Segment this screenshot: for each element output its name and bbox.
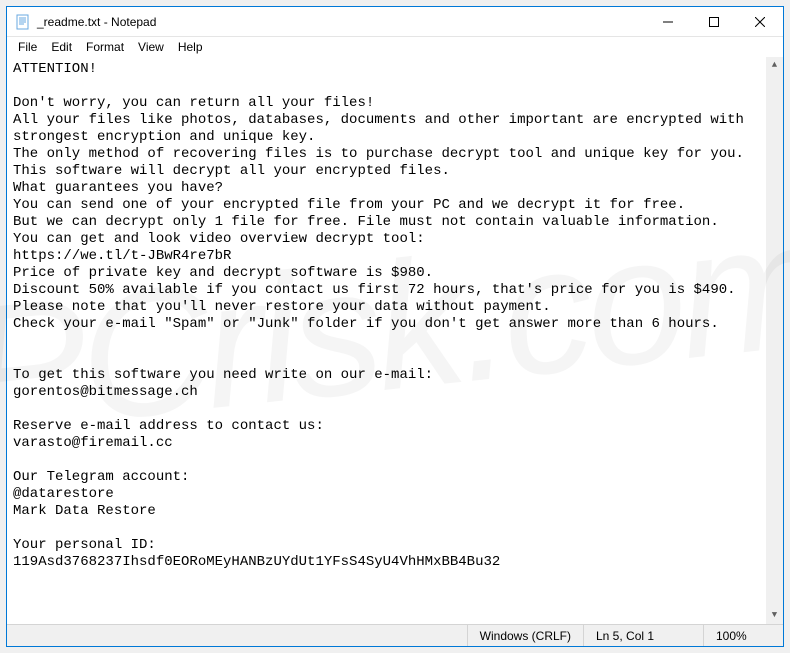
scroll-down-icon[interactable]: ▼	[766, 607, 783, 624]
close-button[interactable]	[737, 7, 783, 37]
status-zoom: 100%	[703, 625, 783, 646]
menu-format[interactable]: Format	[79, 39, 131, 55]
menubar: File Edit Format View Help	[7, 37, 783, 57]
statusbar: Windows (CRLF) Ln 5, Col 1 100%	[7, 624, 783, 646]
text-content: ATTENTION! Don't worry, you can return a…	[13, 61, 752, 570]
text-area[interactable]: ATTENTION! Don't worry, you can return a…	[7, 57, 783, 624]
window-title: _readme.txt - Notepad	[37, 15, 156, 29]
status-encoding: Windows (CRLF)	[467, 625, 583, 646]
menu-edit[interactable]: Edit	[44, 39, 79, 55]
notepad-icon	[15, 14, 31, 30]
maximize-button[interactable]	[691, 7, 737, 37]
titlebar: _readme.txt - Notepad	[7, 7, 783, 37]
minimize-button[interactable]	[645, 7, 691, 37]
menu-view[interactable]: View	[131, 39, 171, 55]
status-position: Ln 5, Col 1	[583, 625, 703, 646]
titlebar-left: _readme.txt - Notepad	[7, 14, 156, 30]
notepad-window: _readme.txt - Notepad File Edit Format V…	[6, 6, 784, 647]
menu-file[interactable]: File	[11, 39, 44, 55]
menu-help[interactable]: Help	[171, 39, 210, 55]
vertical-scrollbar[interactable]: ▲▼	[766, 57, 783, 624]
scroll-up-icon[interactable]: ▲	[766, 57, 783, 74]
window-controls	[645, 7, 783, 36]
